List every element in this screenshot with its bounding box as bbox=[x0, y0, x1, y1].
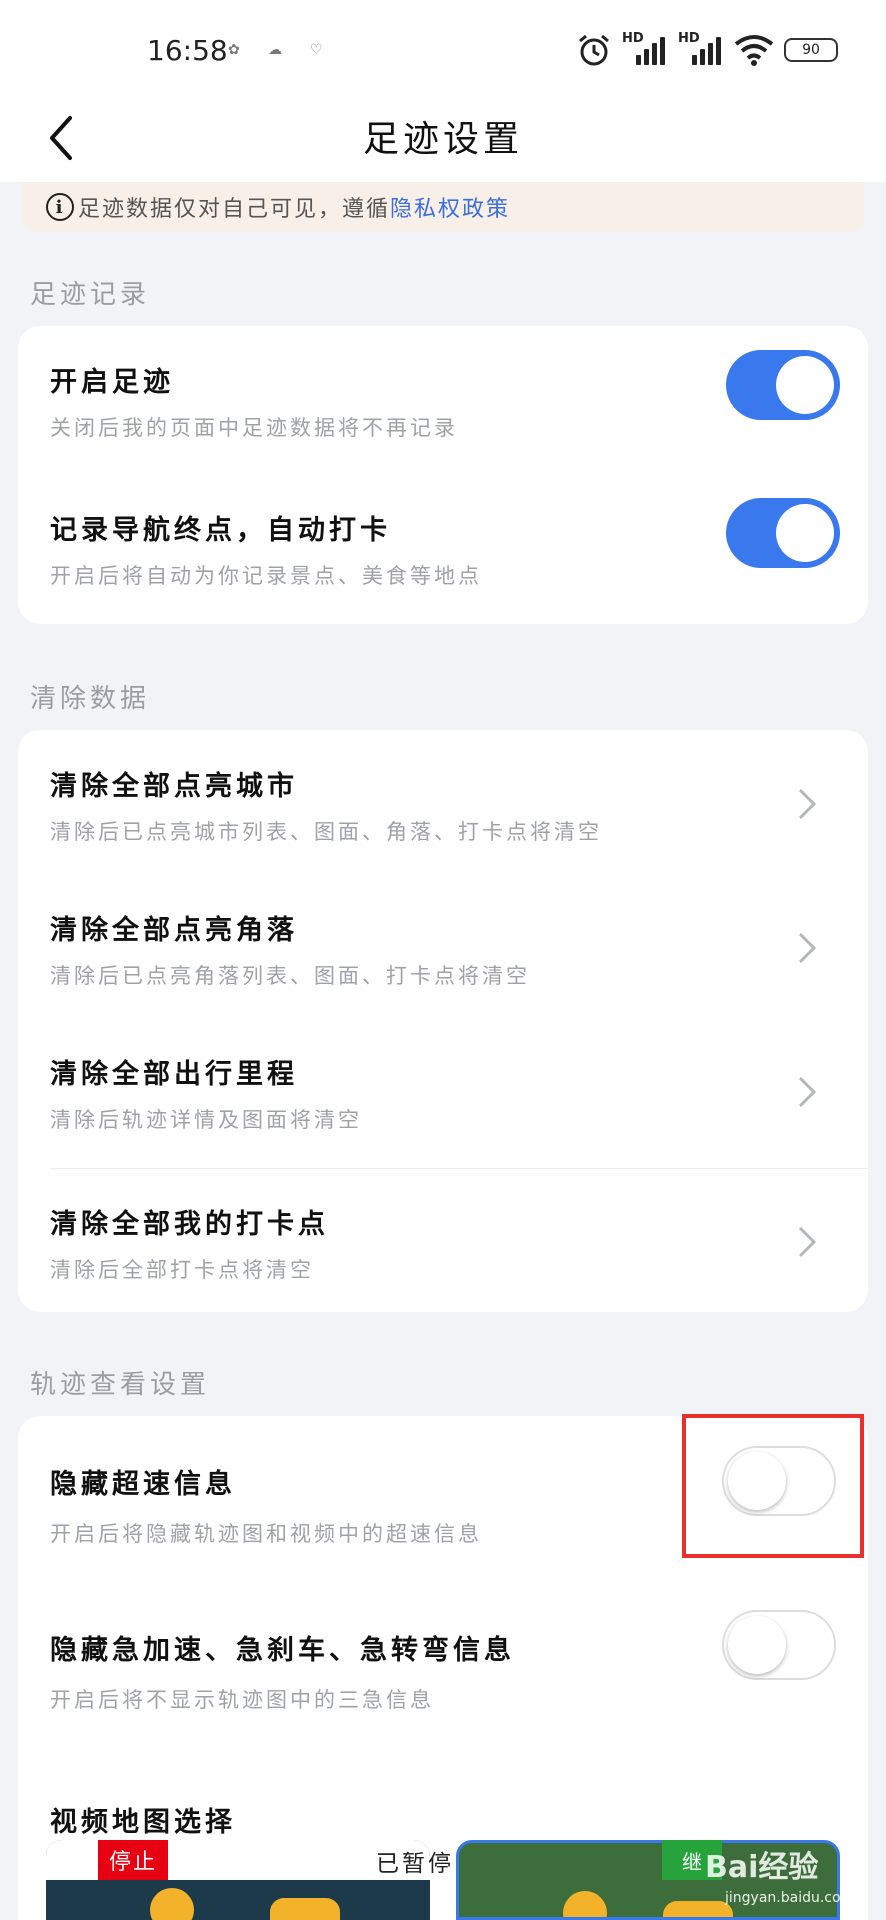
row-title: 视频地图选择 bbox=[50, 1807, 236, 1838]
setting-row-enable-footprint[interactable]: 开启足迹 关闭后我的页面中足迹数据将不再记录 bbox=[18, 326, 868, 474]
clear-lit-corners-row[interactable]: 清除全部点亮角落 清除后已点亮角落列表、图面、打卡点将清空 bbox=[18, 876, 868, 1022]
row-subtitle: 清除后轨迹详情及图面将清空 bbox=[50, 1108, 362, 1132]
row-title: 隐藏急加速、急刹车、急转弯信息 bbox=[50, 1635, 515, 1666]
status-bar: 16:58 ✿ ☁ ♡ HD HD 90 bbox=[0, 0, 886, 100]
notification-icon: ☁ bbox=[268, 42, 282, 58]
enable-footprint-toggle[interactable] bbox=[726, 350, 840, 420]
hide-harsh-driving-row[interactable]: 隐藏急加速、急刹车、急转弯信息 开启后将不显示轨迹图中的三急信息 bbox=[18, 1582, 868, 1748]
video-map-select-row: 视频地图选择 bbox=[18, 1748, 868, 1838]
chevron-right-icon bbox=[798, 1226, 817, 1258]
privacy-policy-link[interactable]: 隐私权政策 bbox=[390, 191, 510, 223]
signal-icon: HD bbox=[678, 31, 724, 67]
page-title: 足迹设置 bbox=[362, 119, 523, 160]
map-marker-icon bbox=[150, 1888, 194, 1920]
row-title: 清除全部点亮城市 bbox=[50, 771, 298, 802]
auto-checkin-toggle[interactable] bbox=[726, 498, 840, 568]
section-title-footprint: 足迹记录 bbox=[30, 280, 151, 310]
wifi-icon bbox=[734, 35, 774, 66]
row-title: 开启足迹 bbox=[50, 367, 174, 398]
watermark-url: jingyan.baidu.com bbox=[725, 1890, 855, 1906]
row-subtitle: 清除后已点亮城市列表、图面、角落、打卡点将清空 bbox=[50, 820, 602, 844]
status-time: 16:58 bbox=[147, 34, 228, 67]
signal-icon: HD bbox=[622, 31, 668, 67]
battery-icon: 90 bbox=[784, 38, 838, 62]
row-subtitle: 关闭后我的页面中足迹数据将不再记录 bbox=[50, 416, 458, 440]
row-title: 清除全部出行里程 bbox=[50, 1059, 298, 1090]
setting-row-auto-checkin[interactable]: 记录导航终点，自动打卡 开启后将自动为你记录景点、美食等地点 bbox=[18, 474, 868, 624]
info-icon: i bbox=[46, 193, 74, 221]
row-subtitle: 清除后已点亮角落列表、图面、打卡点将清空 bbox=[50, 964, 530, 988]
row-title: 清除全部点亮角落 bbox=[50, 915, 298, 946]
hide-harsh-driving-toggle[interactable] bbox=[722, 1610, 836, 1680]
notice-text: 足迹数据仅对自己可见，遵循 bbox=[78, 197, 391, 222]
map-marker-icon bbox=[663, 1901, 733, 1917]
clear-lit-cities-row[interactable]: 清除全部点亮城市 清除后已点亮城市列表、图面、角落、打卡点将清空 bbox=[18, 730, 868, 876]
row-subtitle: 开启后将不显示轨迹图中的三急信息 bbox=[50, 1688, 434, 1712]
section-title-clear: 清除数据 bbox=[30, 684, 151, 714]
hd-label: HD bbox=[622, 31, 644, 46]
chevron-right-icon bbox=[798, 1076, 817, 1108]
notification-icon: ♡ bbox=[310, 42, 323, 58]
watermark-logo: Bai经验 bbox=[705, 1850, 819, 1885]
row-title: 记录导航终点，自动打卡 bbox=[50, 515, 391, 546]
privacy-notice: i 足迹数据仅对自己可见，遵循 隐私权政策 bbox=[22, 182, 864, 232]
row-subtitle: 清除后全部打卡点将清空 bbox=[50, 1258, 314, 1282]
chevron-right-icon bbox=[798, 788, 817, 820]
footprint-card: 开启足迹 关闭后我的页面中足迹数据将不再记录 记录导航终点，自动打卡 开启后将自… bbox=[18, 326, 868, 624]
map-marker-icon bbox=[563, 1891, 607, 1917]
hd-label: HD bbox=[678, 31, 700, 46]
clear-data-card: 清除全部点亮城市 清除后已点亮城市列表、图面、角落、打卡点将清空 清除全部点亮角… bbox=[18, 730, 868, 1312]
notification-icon: ✿ bbox=[228, 42, 240, 58]
chevron-right-icon bbox=[798, 932, 817, 964]
clear-checkins-row[interactable]: 清除全部我的打卡点 清除后全部打卡点将清空 bbox=[18, 1168, 868, 1312]
clear-mileage-row[interactable]: 清除全部出行里程 清除后轨迹详情及图面将清空 bbox=[18, 1022, 868, 1168]
row-subtitle: 开启后将隐藏轨迹图和视频中的超速信息 bbox=[50, 1522, 482, 1546]
nav-header: 足迹设置 bbox=[0, 100, 886, 182]
row-title: 隐藏超速信息 bbox=[50, 1469, 236, 1500]
stop-button[interactable]: 停止 bbox=[98, 1840, 168, 1880]
row-subtitle: 开启后将自动为你记录景点、美食等地点 bbox=[50, 564, 482, 588]
section-title-track: 轨迹查看设置 bbox=[30, 1370, 211, 1400]
highlight-box bbox=[682, 1414, 864, 1558]
paused-label: 已暂停 bbox=[376, 1851, 454, 1877]
alarm-icon bbox=[579, 34, 609, 66]
row-title: 清除全部我的打卡点 bbox=[50, 1209, 329, 1240]
map-marker-icon bbox=[270, 1898, 340, 1920]
